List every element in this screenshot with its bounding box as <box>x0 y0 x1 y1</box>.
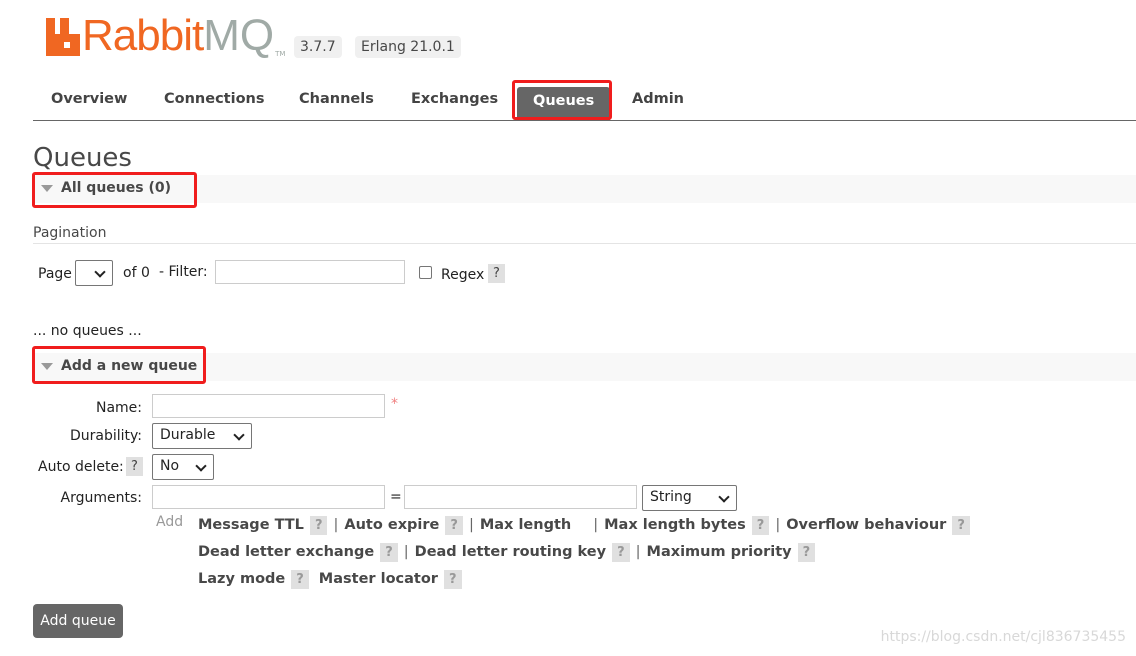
arguments-label: Arguments: <box>60 490 142 506</box>
required-marker: * <box>391 396 398 412</box>
highlight-box <box>512 80 612 120</box>
filter-input[interactable] <box>215 260 405 284</box>
arg-lazy-mode[interactable]: Lazy mode <box>198 571 285 587</box>
auto-delete-value: No <box>160 458 180 474</box>
help-button[interactable]: ? <box>952 516 970 535</box>
regex-checkbox[interactable] <box>419 266 432 279</box>
name-label: Name: <box>95 400 142 416</box>
page-select[interactable] <box>75 260 113 286</box>
tab-overview[interactable]: Overview <box>51 91 127 107</box>
separator: | <box>403 544 409 560</box>
help-button[interactable]: ? <box>309 516 328 535</box>
page-title: Queues <box>33 143 132 173</box>
all-queues-section-toggle[interactable]: All queues (0) <box>33 175 1136 203</box>
arg-dead-letter-exchange[interactable]: Dead letter exchange <box>198 544 374 560</box>
help-button[interactable]: ? <box>797 543 816 562</box>
arg-max-length[interactable]: Max length <box>480 517 571 533</box>
separator: | <box>333 517 339 533</box>
help-button[interactable]: ? <box>291 570 309 589</box>
arg-max-length-bytes[interactable]: Max length bytes <box>604 517 746 533</box>
chevron-down-icon <box>233 429 245 441</box>
argument-type-select[interactable]: String <box>642 485 737 511</box>
version-badge: 3.7.7 <box>294 36 342 58</box>
no-queues-text: ... no queues ... <box>33 323 142 339</box>
highlight-box <box>32 172 197 208</box>
chevron-down-icon <box>195 460 207 472</box>
equals-sign: = <box>390 489 402 505</box>
argument-shortcuts-row-2: Dead letter exchange? | Dead letter routin… <box>198 543 816 562</box>
tab-channels[interactable]: Channels <box>299 91 374 107</box>
durability-select[interactable]: Durable <box>152 423 252 449</box>
help-button[interactable]: ? <box>380 543 398 562</box>
divider <box>33 243 1136 244</box>
arg-message-ttl[interactable]: Message TTL <box>198 517 304 533</box>
highlight-box <box>32 346 206 384</box>
logo-tm: TM <box>275 50 286 58</box>
argument-key-input[interactable] <box>152 485 385 509</box>
arg-overflow-behaviour[interactable]: Overflow behaviour <box>786 517 946 533</box>
help-button[interactable]: ? <box>443 570 462 589</box>
queue-name-input[interactable] <box>152 394 385 418</box>
pagination-label: Pagination <box>33 225 107 241</box>
add-label: Add <box>156 514 184 530</box>
separator: | <box>593 517 599 533</box>
auto-delete-label: Auto delete: <box>38 459 124 475</box>
auto-delete-help-button[interactable]: ? <box>126 457 143 476</box>
argument-type-value: String <box>650 489 692 505</box>
durability-value: Durable <box>160 427 216 443</box>
durability-label: Durability: <box>69 428 142 444</box>
regex-label: Regex <box>441 267 485 283</box>
of-pages: of 0 <box>123 265 150 281</box>
argument-shortcuts-row-1: Message TTL? | Auto expire? | Max length | Max… <box>198 516 970 535</box>
help-button[interactable]: ? <box>445 516 463 535</box>
separator: | <box>635 544 641 560</box>
logo-text: Rabbit <box>82 11 204 60</box>
rabbitmq-logo: Rabbit MQ TM <box>46 14 285 58</box>
separator: | <box>775 517 781 533</box>
auto-delete-select[interactable]: No <box>152 454 214 480</box>
chevron-down-icon <box>94 266 106 278</box>
logo-text-mq: MQ <box>203 11 275 60</box>
help-button[interactable]: ? <box>612 543 630 562</box>
filter-label: - Filter: <box>159 264 208 280</box>
help-button[interactable]: ? <box>751 516 770 535</box>
add-queue-button[interactable]: Add queue <box>33 604 123 638</box>
argument-value-input[interactable] <box>404 485 637 509</box>
erlang-badge: Erlang 21.0.1 <box>355 36 461 58</box>
tab-exchanges[interactable]: Exchanges <box>411 91 498 107</box>
arg-maximum-priority[interactable]: Maximum priority <box>647 544 792 560</box>
separator: | <box>468 517 474 533</box>
chevron-down-icon <box>718 491 730 503</box>
rabbit-logo-icon <box>46 18 80 56</box>
arg-master-locator[interactable]: Master locator <box>319 571 438 587</box>
arg-auto-expire[interactable]: Auto expire <box>344 517 439 533</box>
argument-shortcuts-row-3: Lazy mode? Master locator? <box>198 570 462 589</box>
tab-admin[interactable]: Admin <box>632 91 684 107</box>
watermark: https://blog.csdn.net/cjl836735455 <box>880 629 1126 645</box>
page-label: Page <box>38 266 72 282</box>
arg-dead-letter-routing-key[interactable]: Dead letter routing key <box>415 544 606 560</box>
tab-connections[interactable]: Connections <box>164 91 265 107</box>
regex-help-button[interactable]: ? <box>488 264 505 283</box>
help-button[interactable] <box>577 525 587 529</box>
